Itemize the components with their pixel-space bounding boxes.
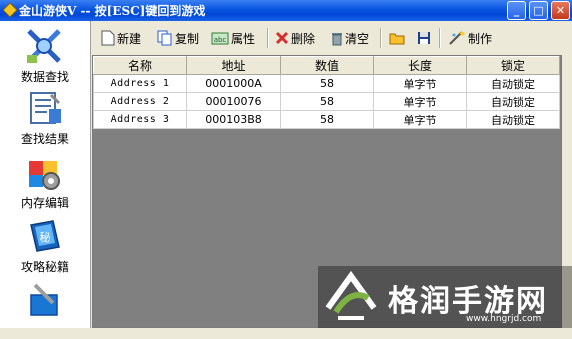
column-header-length[interactable]: 长度 bbox=[373, 56, 467, 75]
maximize-button[interactable]: □ bbox=[529, 1, 548, 20]
sidebar-item-search-data[interactable]: 数据查找 bbox=[0, 23, 90, 85]
sidebar-item-label: 内存编辑 bbox=[20, 196, 69, 210]
delete-x-icon bbox=[275, 31, 289, 45]
svg-text:秘: 秘 bbox=[40, 230, 51, 244]
toolbar-separator bbox=[380, 28, 382, 48]
copy-button[interactable]: 复制 bbox=[157, 27, 199, 49]
sidebar-item-memory-edit[interactable]: 内存编辑 bbox=[0, 149, 90, 211]
table-row[interactable]: Address 3 000103B8 58 单字节 自动锁定 bbox=[93, 110, 560, 129]
new-file-icon bbox=[101, 30, 115, 46]
copy-button-label: 复制 bbox=[175, 31, 200, 46]
properties-button[interactable]: abc 属性 bbox=[211, 27, 255, 49]
cell-address: 000103B8 bbox=[186, 110, 281, 129]
properties-icon: abc bbox=[211, 32, 229, 45]
cell-name: Address 2 bbox=[93, 92, 187, 111]
tools-icon bbox=[30, 283, 58, 316]
cell-lock: 自动锁定 bbox=[466, 110, 560, 129]
app-diamond-icon bbox=[3, 3, 17, 17]
toolbar-separator bbox=[267, 28, 269, 48]
trash-icon bbox=[332, 33, 342, 46]
minimize-button[interactable]: _ bbox=[507, 1, 526, 20]
properties-button-label: 属性 bbox=[231, 31, 256, 46]
sidebar-item-guide-book[interactable]: 秘 攻略秘籍 bbox=[0, 213, 90, 275]
title-bar[interactable]: 金山游侠V -- 按[ESC]键回到游戏 _ □ ✕ bbox=[0, 0, 572, 21]
delete-button[interactable]: 删除 bbox=[275, 27, 315, 49]
cell-lock: 自动锁定 bbox=[466, 92, 560, 111]
new-button[interactable]: 新建 bbox=[101, 27, 141, 49]
cell-value: 58 bbox=[280, 110, 374, 129]
close-button[interactable]: ✕ bbox=[551, 1, 570, 20]
sidebar-item-label: 攻略秘籍 bbox=[20, 260, 69, 274]
sidebar-item-tools[interactable] bbox=[0, 277, 90, 339]
svg-text:abc: abc bbox=[214, 36, 227, 44]
sidebar-item-label: 查找结果 bbox=[20, 132, 69, 146]
save-button[interactable] bbox=[417, 27, 433, 49]
make-button-label: 制作 bbox=[468, 31, 493, 46]
cell-lock: 自动锁定 bbox=[466, 74, 560, 93]
memory-edit-icon bbox=[29, 161, 60, 190]
column-header-name[interactable]: 名称 bbox=[93, 56, 187, 75]
watermark-url: www.hngrjd.com bbox=[466, 314, 542, 324]
clear-button[interactable]: 清空 bbox=[331, 27, 369, 49]
save-disk-icon bbox=[418, 32, 430, 44]
cell-value: 58 bbox=[280, 74, 374, 93]
open-button[interactable] bbox=[389, 27, 407, 49]
make-button[interactable]: 制作 bbox=[448, 27, 492, 49]
open-folder-icon bbox=[389, 33, 405, 45]
sidebar-item-label: 数据查找 bbox=[20, 70, 69, 84]
cell-name: Address 1 bbox=[93, 74, 187, 93]
new-button-label: 新建 bbox=[117, 31, 142, 46]
toolbar: 新建 复制 abc 属性 删除 清空 制作 bbox=[91, 23, 572, 52]
window-title: 金山游侠V -- 按[ESC]键回到游戏 bbox=[19, 4, 206, 18]
toolbar-separator bbox=[439, 28, 441, 48]
cell-value: 58 bbox=[280, 92, 374, 111]
cell-address: 00010076 bbox=[186, 92, 281, 111]
cell-length: 单字节 bbox=[373, 92, 467, 111]
search-data-icon bbox=[27, 29, 61, 63]
cell-length: 单字节 bbox=[373, 110, 467, 129]
delete-button-label: 删除 bbox=[291, 31, 316, 46]
table-row[interactable]: Address 1 0001000A 58 单字节 自动锁定 bbox=[93, 74, 560, 93]
cell-length: 单字节 bbox=[373, 74, 467, 93]
clear-button-label: 清空 bbox=[345, 31, 370, 46]
address-table: 名称 地址 数值 长度 锁定 Address 1 0001000A 58 单字节… bbox=[93, 56, 560, 129]
copy-icon bbox=[157, 30, 172, 46]
cell-name: Address 3 bbox=[93, 110, 187, 129]
table-row[interactable]: Address 2 00010076 58 单字节 自动锁定 bbox=[93, 92, 560, 111]
sidebar: 数据查找 查找结果 内存编辑 秘 攻略秘籍 bbox=[0, 21, 91, 328]
watermark: 格润手游网 www.hngrjd.com bbox=[318, 266, 572, 328]
guide-book-icon: 秘 bbox=[30, 220, 60, 252]
make-wand-icon bbox=[449, 31, 465, 45]
cell-address: 0001000A bbox=[186, 74, 281, 93]
search-results-icon bbox=[30, 92, 61, 124]
watermark-logo-icon bbox=[325, 270, 377, 320]
column-header-lock[interactable]: 锁定 bbox=[466, 56, 560, 75]
column-header-value[interactable]: 数值 bbox=[280, 56, 374, 75]
column-header-address[interactable]: 地址 bbox=[186, 56, 281, 75]
sidebar-item-search-results[interactable]: 查找结果 bbox=[0, 85, 90, 147]
